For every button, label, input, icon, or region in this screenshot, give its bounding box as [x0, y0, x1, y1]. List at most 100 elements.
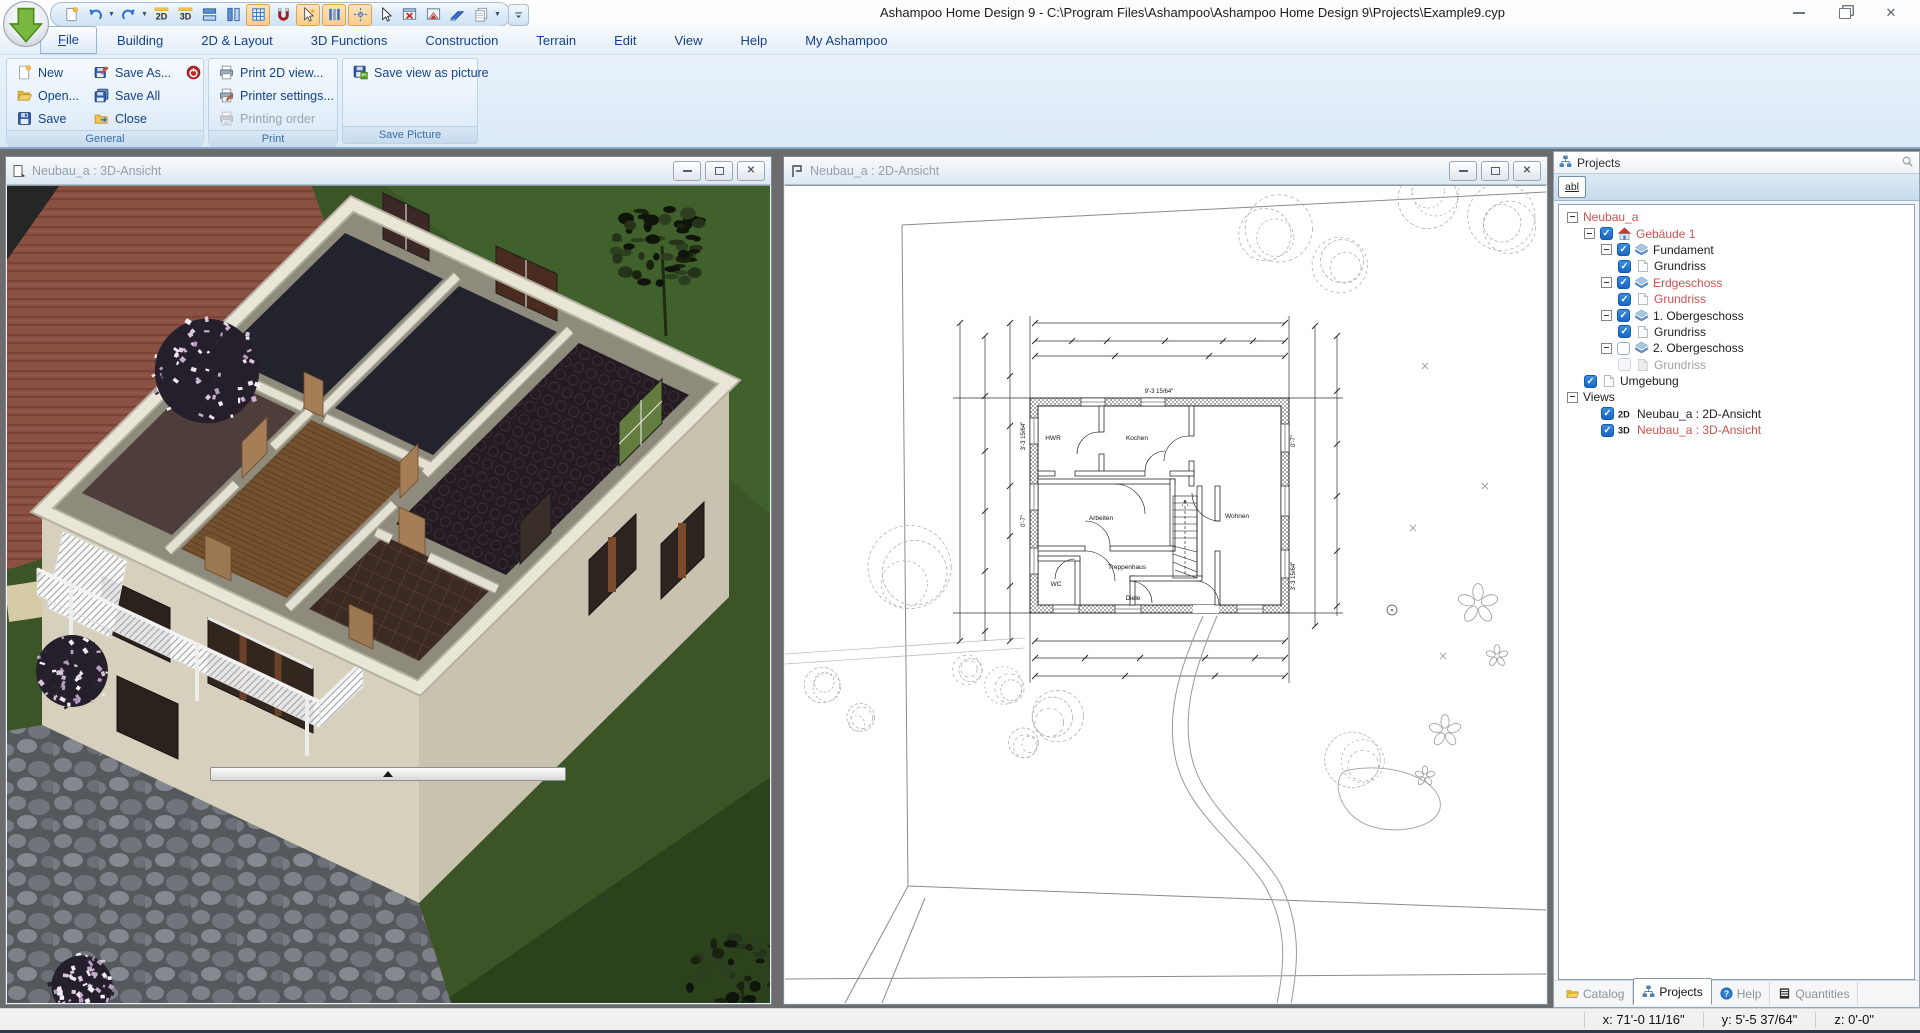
window-3d-close-button[interactable]: ✕	[737, 161, 765, 181]
tree-item-fundament[interactable]: ✓Fundament	[1559, 242, 1914, 258]
menu-tab-help[interactable]: Help	[722, 27, 785, 54]
close-view-icon[interactable]	[398, 5, 420, 25]
ashampoo-logo-icon[interactable]	[3, 1, 49, 47]
snap-magnet-icon[interactable]	[272, 5, 294, 25]
tree-item-grundriss[interactable]: Grundriss	[1559, 357, 1914, 373]
tree-checkbox[interactable]: ✓	[1600, 227, 1613, 240]
tree-item-grundriss[interactable]: ✓Grundriss	[1559, 324, 1914, 340]
view-rotation-slider[interactable]	[210, 767, 566, 781]
menu-tab-construction[interactable]: Construction	[407, 27, 516, 54]
tree-checkbox[interactable]: ✓	[1618, 260, 1631, 273]
panel-tab-help[interactable]: ?Help	[1712, 982, 1771, 1005]
tree-checkbox[interactable]: ✓	[1601, 424, 1614, 437]
tree-checkbox[interactable]: ✓	[1617, 243, 1630, 256]
pointer-icon[interactable]	[374, 5, 396, 25]
ribbon-button-printer-settings[interactable]: Printer settings...	[213, 84, 339, 107]
tree-checkbox[interactable]: ✓	[1601, 407, 1614, 420]
tree-checkbox[interactable]: ✓	[1617, 309, 1630, 322]
expander-icon[interactable]	[1584, 228, 1595, 239]
tree-item-neubau-a-3d-ansicht[interactable]: ✓3DNeubau_a : 3D-Ansicht	[1559, 422, 1914, 438]
dim-label-top: 9'-3 15/64"	[1145, 389, 1174, 395]
panel-tab-bar: CatalogProjects?HelpQuantities	[1554, 980, 1919, 1005]
tree-checkbox[interactable]: ✓	[1617, 276, 1630, 289]
menu-tab-my-ashampoo[interactable]: My Ashampoo	[787, 27, 905, 54]
crosshair-icon[interactable]	[348, 4, 372, 26]
expander-icon[interactable]	[1567, 212, 1578, 223]
viewport-3d[interactable]	[7, 185, 770, 1003]
expander-icon[interactable]	[1601, 310, 1612, 321]
menu-tab-file[interactable]: File	[40, 26, 97, 54]
window-3d-title: Neubau_a : 3D-Ansicht	[32, 164, 669, 178]
window-2d-restore-button[interactable]	[1481, 161, 1509, 181]
tree-item-grundriss[interactable]: ✓Grundriss	[1559, 291, 1914, 307]
ribbon-button-save-as[interactable]: Save As...	[88, 61, 176, 84]
window-3d-minimize-button[interactable]	[673, 161, 701, 181]
split-vertical-icon[interactable]	[222, 5, 244, 25]
tree-item-1-obergeschoss[interactable]: ✓1. Obergeschoss	[1559, 307, 1914, 323]
tree-item-geb-ude-1[interactable]: ✓Gebäude 1	[1559, 225, 1914, 241]
panel-tab-catalog[interactable]: Catalog	[1558, 982, 1633, 1005]
tree-item-2-obergeschoss[interactable]: 2. Obergeschoss	[1559, 340, 1914, 356]
copy-icon[interactable]	[470, 5, 492, 25]
eraser-icon[interactable]	[446, 5, 468, 25]
panel-tab-quantities[interactable]: Quantities	[1770, 982, 1858, 1005]
window-2d-minimize-button[interactable]	[1449, 161, 1477, 181]
ribbon-button-close[interactable]: Close	[88, 107, 176, 130]
menu-tab-view[interactable]: View	[657, 27, 721, 54]
ribbon-button-print-2d-view[interactable]: Print 2D view...	[213, 61, 339, 84]
undo-icon[interactable]	[84, 5, 106, 25]
menu-tab-2d-layout[interactable]: 2D & Layout	[183, 27, 291, 54]
menu-tab-building[interactable]: Building	[99, 27, 181, 54]
ribbon-button-save[interactable]: Save	[11, 107, 84, 130]
copy-icon-dropdown[interactable]: ▼	[493, 5, 502, 25]
panel-tab-projects[interactable]: Projects	[1633, 978, 1711, 1005]
tree-checkbox[interactable]: ✓	[1618, 325, 1631, 338]
menu-tab-3d-functions[interactable]: 3D Functions	[293, 27, 406, 54]
smart-select-icon[interactable]	[296, 4, 320, 26]
menu-tab-edit[interactable]: Edit	[596, 27, 654, 54]
expander-icon[interactable]	[1601, 244, 1612, 255]
tree-item-neubau-a[interactable]: Neubau_a	[1559, 209, 1914, 225]
window-3d-titlebar[interactable]: Neubau_a : 3D-Ansicht ✕	[6, 157, 771, 185]
ribbon-button-open[interactable]: Open...	[11, 84, 84, 107]
expander-icon[interactable]	[1601, 343, 1612, 354]
tree-checkbox[interactable]	[1618, 358, 1631, 371]
tree-item-neubau-a-2d-ansicht[interactable]: ✓2DNeubau_a : 2D-Ansicht	[1559, 406, 1914, 422]
ribbon-button-printing-order[interactable]: Printing order	[213, 107, 339, 130]
rename-tool-button[interactable]: abl	[1558, 176, 1586, 198]
ribbon-button-save-view-as-picture[interactable]: Save view as picture	[347, 61, 494, 84]
maximize-button[interactable]	[1822, 0, 1868, 26]
view-2d-icon[interactable]: 2D	[150, 5, 172, 25]
new-document-icon[interactable]	[60, 5, 82, 25]
split-horizontal-icon[interactable]	[198, 5, 220, 25]
svg-text:2D: 2D	[155, 12, 167, 22]
tree-item-grundriss[interactable]: ✓Grundriss	[1559, 258, 1914, 274]
tree-item-erdgeschoss[interactable]: ✓Erdgeschoss	[1559, 275, 1914, 291]
tree-item-umgebung[interactable]: ✓Umgebung	[1559, 373, 1914, 389]
roof-view-icon[interactable]	[422, 5, 444, 25]
tree-checkbox[interactable]: ✓	[1618, 293, 1631, 306]
redo-icon-dropdown[interactable]: ▼	[140, 5, 149, 25]
tree-item-views[interactable]: Views	[1559, 389, 1914, 405]
undo-icon-dropdown[interactable]: ▼	[107, 5, 116, 25]
tree-checkbox[interactable]: ✓	[1584, 375, 1597, 388]
ribbon-button-save-all[interactable]: Save All	[88, 84, 176, 107]
pin-icon[interactable]	[1901, 155, 1914, 171]
minimize-button[interactable]	[1776, 0, 1822, 26]
window-2d-close-button[interactable]: ✕	[1513, 161, 1541, 181]
ribbon-button-new[interactable]: New	[11, 61, 84, 84]
grid-icon[interactable]	[246, 4, 270, 26]
guides-icon[interactable]	[322, 4, 346, 26]
tree-checkbox[interactable]	[1617, 342, 1630, 355]
expander-icon[interactable]	[1567, 392, 1578, 403]
tree-item-label: 2. Obergeschoss	[1653, 341, 1744, 355]
window-2d-titlebar[interactable]: Neubau_a : 2D-Ansicht ✕	[784, 157, 1547, 185]
close-button[interactable]: ✕	[1868, 0, 1914, 26]
menu-tab-terrain[interactable]: Terrain	[518, 27, 594, 54]
toolbar-options-icon[interactable]	[508, 4, 529, 26]
window-3d-restore-button[interactable]	[705, 161, 733, 181]
viewport-2d[interactable]: HWR Kochen Arbeiten Wohnen WC Treppenhau…	[785, 185, 1546, 1003]
redo-icon[interactable]	[117, 5, 139, 25]
expander-icon[interactable]	[1601, 277, 1612, 288]
view-3d-icon[interactable]: 3D	[174, 5, 196, 25]
